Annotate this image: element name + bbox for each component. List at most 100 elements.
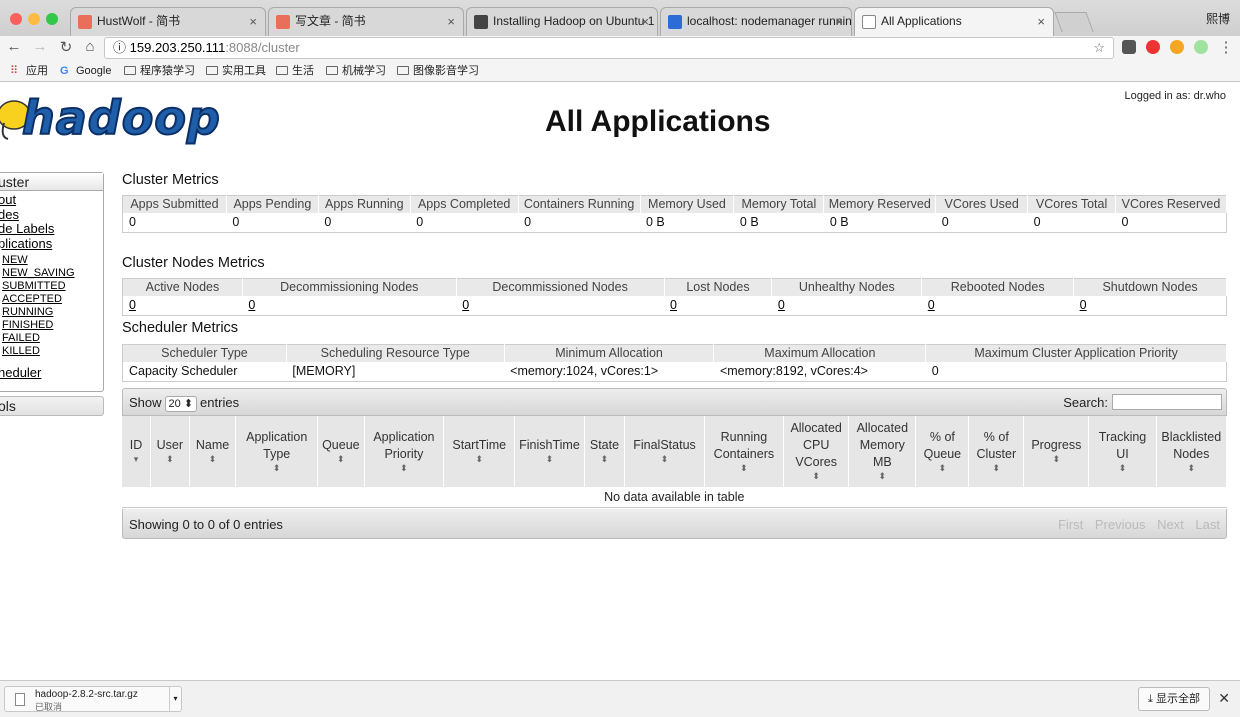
hadoop-logo[interactable]: hadoop	[0, 87, 221, 151]
adblock-icon[interactable]	[1146, 40, 1160, 54]
column-header[interactable]: Tracking UI ⬍	[1088, 416, 1157, 487]
column-header[interactable]: % of Cluster ⬍	[968, 416, 1025, 487]
metric-value-link[interactable]: 0	[670, 298, 677, 312]
bookmark-folder[interactable]: 实用工具	[206, 60, 266, 82]
close-download-bar-icon[interactable]: ✕	[1218, 690, 1230, 707]
browser-tab[interactable]: 写文章 - 简书 ×	[268, 7, 464, 36]
metric-cell[interactable]: 0	[1073, 296, 1227, 316]
show-all-downloads-button[interactable]: ⤓ 显示全部	[1138, 687, 1210, 711]
metric-cell[interactable]: 0	[456, 296, 665, 316]
metric-value-link[interactable]: 0	[129, 298, 136, 312]
metric-cell[interactable]: 0	[771, 296, 922, 316]
tab-close-icon[interactable]: ×	[1037, 8, 1045, 35]
cluster-section-header[interactable]: uster	[0, 173, 103, 191]
home-icon[interactable]: ⌂	[80, 38, 100, 55]
extension-icon[interactable]	[1170, 40, 1184, 54]
metric-cell[interactable]: 0	[242, 296, 457, 316]
bookmark-folder[interactable]: 程序猿学习	[124, 60, 195, 82]
metric-value-link[interactable]: 0	[1080, 298, 1087, 312]
column-header[interactable]: StartTime ⬍	[443, 416, 516, 487]
sidebar-state-finished[interactable]: FINISHED	[0, 319, 103, 332]
metric-value-link[interactable]: 0	[248, 298, 255, 312]
bookmark-apps[interactable]: ⠿ 应用	[10, 60, 48, 82]
sidebar-state-killed[interactable]: KILLED	[0, 345, 103, 358]
document-favicon-icon	[862, 15, 876, 29]
sidebar-state-new[interactable]: NEW	[0, 254, 103, 267]
tools-section-header[interactable]: ols	[0, 396, 104, 416]
column-header[interactable]: Progress ⬍	[1023, 416, 1090, 487]
column-header[interactable]: Application Priority ⬍	[364, 416, 445, 487]
column-header[interactable]: FinishTime ⬍	[514, 416, 585, 487]
metric-header: Memory Reserved	[823, 195, 937, 213]
bookmark-star-icon[interactable]: ☆	[1093, 38, 1105, 58]
tab-close-icon[interactable]: ×	[835, 8, 843, 35]
column-header[interactable]: Allocated CPU VCores ⬍	[783, 416, 850, 487]
info-icon[interactable]: ⓘ	[113, 40, 126, 55]
sidebar-link-nodes[interactable]: des	[0, 207, 103, 223]
column-header[interactable]: Name ⬍	[189, 416, 237, 487]
metric-value-link[interactable]: 0	[462, 298, 469, 312]
metric-value-link[interactable]: 0	[928, 298, 935, 312]
sidebar-link-applications[interactable]: plications	[0, 236, 103, 252]
metric-cell[interactable]: 0	[664, 296, 772, 316]
download-item[interactable]: hadoop-2.8.2-src.tar.gz 已取消 ▾	[4, 686, 182, 712]
metric-cell[interactable]: 0	[122, 296, 243, 316]
extension-icon[interactable]	[1122, 40, 1136, 54]
column-header[interactable]: User ⬍	[150, 416, 190, 487]
column-header[interactable]: Running Containers ⬍	[704, 416, 785, 487]
metric-cell[interactable]: 0	[921, 296, 1074, 316]
tab-close-icon[interactable]: ×	[641, 8, 649, 35]
metric-header: Maximum Allocation	[713, 344, 927, 362]
browser-tab[interactable]: Installing Hadoop on Ubuntu 1 ×	[466, 7, 658, 36]
folder-icon	[326, 66, 338, 75]
extension-icon[interactable]	[1194, 40, 1208, 54]
browser-tab-active[interactable]: All Applications ×	[854, 7, 1054, 36]
column-header[interactable]: FinalStatus ⬍	[624, 416, 705, 487]
profile-name[interactable]: 熙博	[1206, 10, 1230, 27]
column-header[interactable]: % of Queue ⬍	[915, 416, 970, 487]
menu-icon[interactable]: ⋮	[1216, 38, 1236, 56]
pager-first-button[interactable]: First	[1058, 517, 1083, 532]
address-bar[interactable]: ⓘ 159.203.250.111:8088/cluster ☆	[104, 37, 1114, 59]
sidebar-state-running[interactable]: RUNNING	[0, 306, 103, 319]
sidebar-link-scheduler[interactable]: heduler	[0, 365, 103, 381]
column-header[interactable]: Application Type ⬍	[235, 416, 318, 487]
maximize-window-button[interactable]	[46, 13, 58, 25]
sidebar-link-node-labels[interactable]: de Labels	[0, 221, 103, 237]
sidebar-link-about[interactable]: out	[0, 192, 103, 208]
bookmark-folder[interactable]: 机械学习	[326, 60, 386, 82]
column-header[interactable]: Allocated Memory MB ⬍	[848, 416, 917, 487]
forward-icon[interactable]: →	[30, 38, 50, 55]
browser-tab[interactable]: localhost: nodemanager runnin ×	[660, 7, 852, 36]
column-header[interactable]: Queue ⬍	[317, 416, 365, 487]
bookmark-folder[interactable]: 生活	[276, 60, 314, 82]
search-input[interactable]	[1112, 394, 1222, 410]
tab-close-icon[interactable]: ×	[447, 8, 455, 35]
reload-icon[interactable]: ↻	[56, 38, 76, 56]
column-header[interactable]: ID ▾	[122, 416, 151, 487]
sidebar-state-accepted[interactable]: ACCEPTED	[0, 293, 103, 306]
download-menu-button[interactable]: ▾	[169, 687, 181, 711]
sidebar-state-submitted[interactable]: SUBMITTED	[0, 280, 103, 293]
sidebar-state-new-saving[interactable]: NEW_SAVING	[0, 267, 103, 280]
cluster-metrics-table: Apps Submitted Apps Pending Apps Running Ap…	[122, 195, 1227, 233]
bookmark-google[interactable]: G Google	[60, 60, 111, 82]
pager-last-button[interactable]: Last	[1195, 517, 1220, 532]
back-icon[interactable]: ←	[4, 38, 24, 55]
new-tab-button[interactable]	[1054, 12, 1094, 32]
pager-next-button[interactable]: Next	[1157, 517, 1184, 532]
metric-header: Memory Used	[640, 195, 735, 213]
minimize-window-button[interactable]	[28, 13, 40, 25]
browser-tab[interactable]: HustWolf - 简书 ×	[70, 7, 266, 36]
bookmark-folder[interactable]: 图像影音学习	[397, 60, 479, 82]
metric-value-link[interactable]: 0	[778, 298, 785, 312]
column-header[interactable]: State ⬍	[584, 416, 626, 487]
tab-close-icon[interactable]: ×	[249, 8, 257, 35]
close-window-button[interactable]	[10, 13, 22, 25]
tab-bar: HustWolf - 简书 × 写文章 - 简书 × Installing Ha…	[0, 0, 1240, 36]
sidebar-state-failed[interactable]: FAILED	[0, 332, 103, 345]
column-header[interactable]: Blacklisted Nodes ⬍	[1156, 416, 1228, 487]
pager-previous-button[interactable]: Previous	[1095, 517, 1146, 532]
folder-icon	[276, 66, 288, 75]
page-length-select[interactable]: 20 ⬍	[164, 396, 198, 412]
